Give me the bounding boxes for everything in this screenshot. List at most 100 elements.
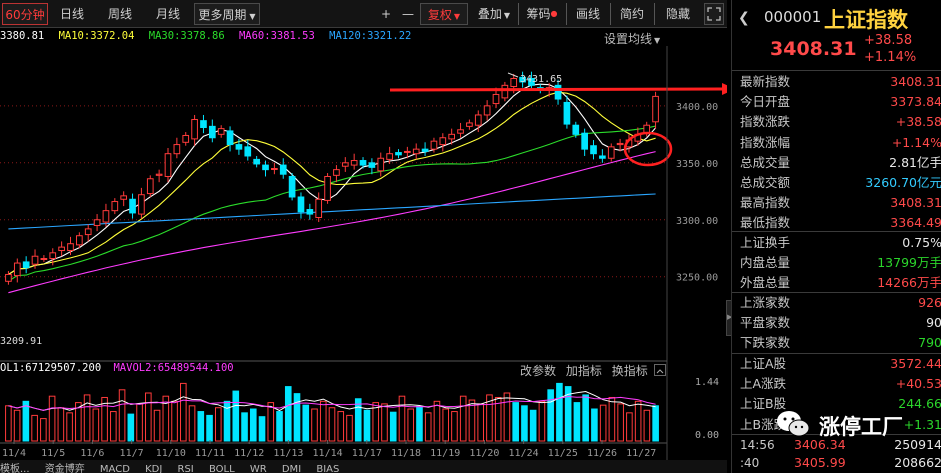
candle-body — [208, 125, 216, 139]
candle-body — [217, 128, 225, 135]
draw-line-button[interactable]: 画线 — [570, 3, 606, 25]
tab-template[interactable]: 模板... — [0, 464, 30, 473]
x-axis-label: 11/24 — [509, 448, 539, 459]
row-label: 下跌家数 — [740, 335, 791, 351]
volume-bar — [319, 400, 327, 442]
overlay-dropdown[interactable]: 叠加 ▼ — [470, 3, 518, 25]
ma60-value: MA60:3381.53 — [238, 30, 315, 42]
period-day-button[interactable]: 日线 — [52, 3, 92, 25]
more-periods-dropdown[interactable]: 更多周期 ▼ — [194, 3, 260, 25]
tab-boll[interactable]: BOLL — [209, 464, 235, 473]
wechat-icon — [777, 411, 810, 437]
back-icon[interactable]: ❮ — [738, 10, 750, 26]
chevron-down-icon: ▼ — [654, 36, 661, 45]
chart-toolbar: 60分钟 日线 周线 月线 更多周期 ▼ + — 复权 ▼ 叠加 ▼ 筹码● 画线 简… — [0, 0, 727, 28]
period-month-button[interactable]: 月线 — [148, 3, 188, 25]
volume-bar — [31, 414, 38, 442]
row-label: 总成交额 — [740, 175, 791, 190]
volume-bar — [381, 403, 388, 442]
tab-bias[interactable]: BIAS — [316, 464, 339, 473]
volume-bar — [284, 386, 292, 442]
tab-kdj[interactable]: KDJ — [145, 464, 162, 473]
toolbar-divider — [566, 3, 567, 25]
volume-bar — [92, 408, 100, 442]
candle-body — [253, 158, 260, 165]
switch-indicator-link[interactable]: 换指标 — [612, 364, 648, 378]
volume-bar — [136, 403, 143, 442]
candle-body — [607, 146, 615, 159]
hide-button[interactable]: 隐藏 — [658, 3, 698, 25]
volume-bar — [127, 413, 135, 442]
y-tick-label: 3250.00 — [676, 273, 718, 284]
period-week-button[interactable]: 周线 — [100, 3, 140, 25]
volume-bar — [171, 400, 178, 442]
candle-body — [40, 258, 48, 261]
tab-rsi[interactable]: RSI — [178, 464, 194, 473]
volume-bar — [83, 394, 91, 442]
fuquan-dropdown[interactable]: 复权 ▼ — [420, 3, 468, 25]
volume-bar — [118, 389, 126, 442]
close-indicator-icon[interactable] — [654, 364, 666, 376]
chevron-down-icon: ▼ — [453, 12, 461, 21]
candle-body — [84, 228, 92, 236]
tab-macd[interactable]: MACD — [100, 464, 130, 473]
row-value: 0.75% — [902, 235, 941, 250]
volume-bar — [48, 395, 56, 442]
volume-bar — [267, 402, 275, 442]
volume-bar — [249, 408, 257, 442]
y-tick-label: 3350.00 — [676, 159, 718, 170]
tick-volume: 208662 — [894, 455, 941, 470]
candle-body — [49, 252, 57, 260]
volume-bar — [311, 408, 318, 442]
y-tick-label: 3300.00 — [676, 216, 718, 227]
candle-body — [120, 195, 128, 200]
watermark: 涨停工厂 — [775, 404, 925, 444]
toolbar-divider — [654, 3, 655, 25]
volume-bar — [276, 411, 283, 442]
zoom-out-button[interactable]: — — [398, 3, 418, 25]
period-60min-button[interactable]: 60分钟 — [2, 3, 48, 25]
price-chart[interactable]: 3400.00 3350.00 3300.00 3250.00 11/4 11/5 11/… — [0, 46, 727, 460]
volume-bar — [110, 411, 117, 442]
volume-bar — [188, 405, 196, 442]
simple-mode-button[interactable]: 简约 — [614, 3, 650, 25]
candle-body — [448, 133, 456, 140]
tab-capital[interactable]: 资金博弈 — [45, 464, 85, 473]
x-axis-label: 11/5 — [41, 448, 65, 459]
price-change: +38.58 — [864, 33, 913, 48]
candle-body — [652, 95, 659, 123]
add-indicator-link[interactable]: 加指标 — [566, 364, 602, 378]
fullscreen-icon[interactable] — [704, 3, 724, 25]
ma10-value: MA10:3372.04 — [58, 30, 135, 42]
candle-body — [474, 114, 482, 126]
price-change-pct: +1.14% — [864, 50, 917, 65]
toolbar-divider — [518, 3, 519, 25]
candle-body — [102, 210, 110, 223]
ma-legend: 3380.81 MA10:3372.04 MA30:3378.86 MA60:3… — [0, 30, 419, 46]
candle-body — [13, 262, 21, 277]
ma5-value: 3380.81 — [0, 30, 45, 42]
tab-wr[interactable]: WR — [250, 464, 267, 473]
chips-button[interactable]: 筹码● — [522, 3, 562, 25]
volume-bar — [529, 409, 537, 442]
tab-dmi[interactable]: DMI — [282, 464, 301, 473]
candle-body — [155, 173, 163, 176]
candle-body — [554, 84, 562, 100]
volume-bar — [433, 400, 441, 442]
row-value: 3572.44 — [890, 356, 941, 371]
candle-body — [572, 124, 580, 135]
row-label: 指数涨跌 — [740, 114, 791, 130]
volume-bar — [293, 393, 301, 442]
ma-settings-button[interactable]: 设置均线 ▼ — [604, 30, 660, 47]
zoom-in-button[interactable]: + — [376, 3, 396, 25]
volume-bar — [573, 402, 581, 442]
candle-body — [590, 145, 597, 155]
candle-body — [297, 196, 305, 213]
quote-row: 总成交额 3260.70亿元 — [732, 173, 941, 193]
candle-body — [359, 160, 367, 166]
row-value: 2.81亿手 — [889, 154, 941, 170]
edit-params-link[interactable]: 改参数 — [520, 364, 556, 378]
volume-bar — [363, 409, 371, 442]
candle-body — [76, 235, 83, 246]
x-axis-label: 11/19 — [430, 448, 460, 459]
